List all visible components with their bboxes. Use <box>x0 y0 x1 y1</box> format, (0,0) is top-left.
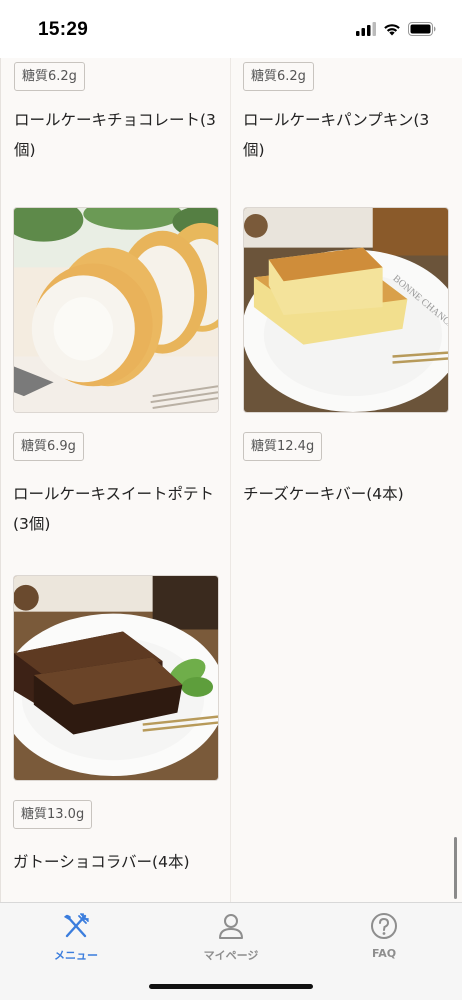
question-circle-icon <box>371 913 397 939</box>
cellular-signal-icon <box>356 22 376 36</box>
status-time: 15:29 <box>38 19 89 40</box>
product-card[interactable]: 糖質13.0g ガトーショコラバー(4本) <box>13 575 219 877</box>
tab-label: FAQ <box>371 947 397 960</box>
carb-badge: 糖質6.2g <box>14 62 85 91</box>
carb-badge: 糖質6.2g <box>243 62 314 91</box>
carb-badge: 糖質12.4g <box>243 432 323 461</box>
status-bar: 15:29 <box>0 0 462 58</box>
product-card[interactable]: 糖質6.2g ロールケーキパンプキン(3個) <box>243 62 449 165</box>
column-divider <box>230 58 231 902</box>
home-indicator[interactable] <box>149 984 313 989</box>
battery-icon <box>408 22 436 36</box>
status-icons <box>356 22 436 36</box>
product-grid: 糖質6.2g ロールケーキチョコレート(3個) 糖質6.2g ロールケーキパンプ… <box>0 58 462 902</box>
product-name: ガトーショコラバー(4本) <box>13 853 190 871</box>
carb-badge: 糖質13.0g <box>13 800 93 829</box>
person-icon <box>219 914 243 939</box>
scrollbar[interactable] <box>454 837 457 899</box>
cheesecake-image: BONNE CHANCE <box>244 208 448 412</box>
left-border <box>0 58 1 902</box>
roll-cake-image <box>14 208 218 412</box>
fork-knife-icon <box>64 913 89 938</box>
product-name: チーズケーキバー(4本) <box>243 485 404 503</box>
product-card[interactable]: BONNE CHANCE 糖質12.4g チーズケーキバー(4本) <box>243 207 449 509</box>
tab-menu[interactable]: メニュー <box>26 911 126 965</box>
product-name: ロールケーキパンプキン(3個) <box>243 111 430 159</box>
product-card[interactable]: 糖質6.2g ロールケーキチョコレート(3個) <box>14 62 220 165</box>
gateau-chocolat-image <box>14 576 218 780</box>
tab-label: メニュー <box>54 949 98 962</box>
product-name: ロールケーキスイートポテト(3個) <box>13 485 215 533</box>
tab-faq[interactable]: FAQ <box>334 911 434 965</box>
product-image-cheesecake-bar[interactable]: BONNE CHANCE <box>243 207 449 413</box>
product-name: ロールケーキチョコレート(3個) <box>14 111 216 159</box>
product-card[interactable]: 糖質6.9g ロールケーキスイートポテト(3個) <box>13 207 219 539</box>
tab-mypage[interactable]: マイページ <box>181 911 281 965</box>
tab-label: マイページ <box>203 949 259 962</box>
product-image-gateau-chocolat-bar[interactable] <box>13 575 219 781</box>
product-image-sweet-potato-roll-cake[interactable] <box>13 207 219 413</box>
wifi-icon <box>384 24 400 36</box>
carb-badge: 糖質6.9g <box>13 432 84 461</box>
